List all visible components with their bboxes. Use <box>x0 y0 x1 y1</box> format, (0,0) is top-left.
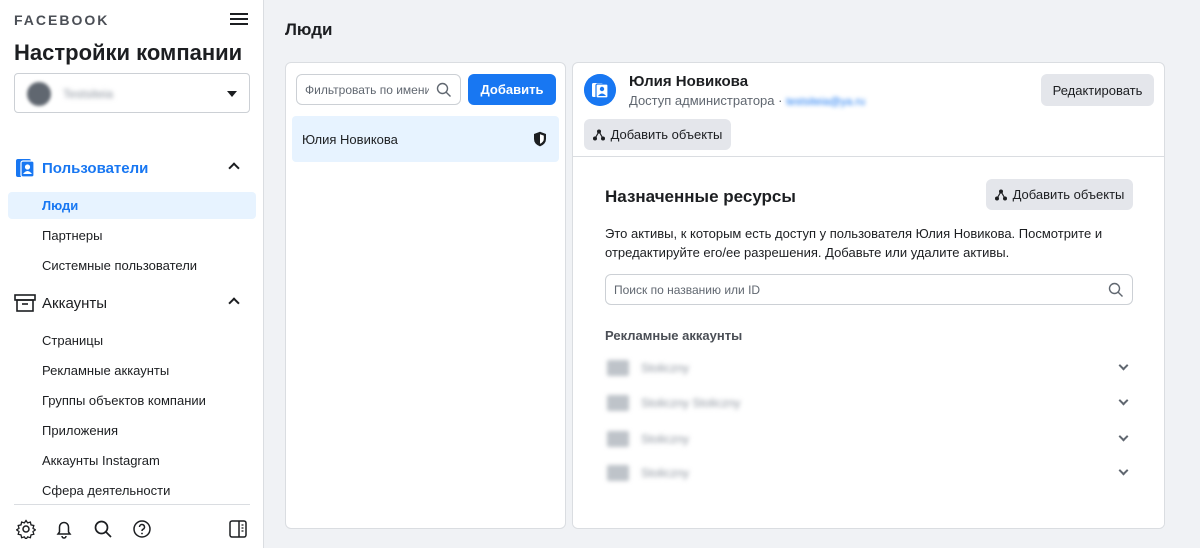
business-account-selector[interactable]: Testsiteia <box>14 73 250 113</box>
nav-section-users[interactable]: Пользователи <box>14 157 250 181</box>
ad-account-thumbnail <box>607 465 629 481</box>
page-title: Люди <box>285 20 333 39</box>
asset-search-input[interactable] <box>606 275 1086 304</box>
assigned-resources-section: Назначенные ресурсы Добавить объекты Это… <box>573 158 1164 528</box>
filter-field[interactable] <box>296 74 461 105</box>
ad-account-thumbnail <box>607 431 629 447</box>
page-heading: Настройки компании <box>14 40 243 65</box>
role-text: Доступ администратора · <box>629 93 783 108</box>
chevron-down-icon[interactable] <box>1118 360 1129 371</box>
share-nodes-icon <box>994 189 1007 200</box>
sidebar-item-partners[interactable]: Партнеры <box>8 222 256 249</box>
sidebar-item-line-of-business[interactable]: Сфера деятельности <box>8 477 256 504</box>
search-icon <box>436 82 451 97</box>
account-avatar <box>27 82 51 106</box>
add-assets-label: Добавить объекты <box>610 127 723 142</box>
chevron-down-icon[interactable] <box>1118 431 1129 442</box>
chevron-up-icon <box>228 297 240 309</box>
chevron-up-icon <box>228 162 240 174</box>
ad-accounts-heading: Рекламные аккаунты <box>605 328 743 343</box>
nav-section-label: Пользователи <box>42 160 149 177</box>
sidebar: FACEBOOK Настройки компании Testsiteia П… <box>0 0 264 548</box>
nav-section-label: Аккаунты <box>42 295 108 312</box>
ad-account-row[interactable]: Stoliczny <box>605 427 1133 451</box>
sidebar-item-business-asset-groups[interactable]: Группы объектов компании <box>8 387 256 414</box>
sidebar-item-ad-accounts[interactable]: Рекламные аккаунты <box>8 357 256 384</box>
person-detail-panel: Юлия Новикова Доступ администратора · te… <box>572 62 1165 529</box>
ad-account-thumbnail <box>607 360 629 376</box>
add-assets-button[interactable]: Добавить объекты <box>584 119 731 150</box>
ad-account-row[interactable]: Stoliczny <box>605 356 1133 380</box>
search-icon <box>1108 282 1123 297</box>
sidebar-item-pages[interactable]: Страницы <box>8 327 256 354</box>
section-title: Назначенные ресурсы <box>605 187 796 206</box>
ad-account-thumbnail <box>607 395 629 411</box>
sidebar-item-instagram-accounts[interactable]: Аккаунты Instagram <box>8 447 256 474</box>
brand-logo: FACEBOOK <box>14 12 110 28</box>
archive-box-icon <box>14 294 36 312</box>
person-name: Юлия Новикова <box>302 132 398 147</box>
ad-account-name: Stoliczny <box>641 466 690 480</box>
bell-icon[interactable] <box>54 519 74 539</box>
add-assigned-assets-button[interactable]: Добавить объекты <box>986 179 1133 210</box>
sidebar-item-people[interactable]: Люди <box>8 192 256 219</box>
user-name: Юлия Новикова <box>629 73 749 90</box>
users-icon <box>16 159 35 178</box>
user-role: Доступ администратора · testsiteia@ya.ru <box>629 93 865 108</box>
caret-down-icon <box>227 91 237 97</box>
people-list-panel: Добавить Юлия Новикова <box>285 62 566 529</box>
sidebar-item-apps[interactable]: Приложения <box>8 417 256 444</box>
sidebar-item-system-users[interactable]: Системные пользователи <box>8 252 256 279</box>
hamburger-menu-icon[interactable] <box>228 10 250 30</box>
shield-icon <box>534 131 546 147</box>
user-avatar-icon <box>584 74 616 106</box>
add-person-button[interactable]: Добавить <box>468 74 556 105</box>
panel-toggle-icon[interactable] <box>228 519 248 539</box>
ad-account-name: Stoliczny <box>641 361 690 375</box>
ad-account-row[interactable]: Stoliczny <box>605 461 1133 485</box>
ad-account-name: Stoliczny <box>641 432 690 446</box>
chevron-down-icon[interactable] <box>1118 465 1129 476</box>
list-item[interactable]: Юлия Новикова <box>292 116 559 162</box>
chevron-down-icon[interactable] <box>1118 395 1129 406</box>
settings-icon[interactable] <box>16 519 36 539</box>
user-email: testsiteia@ya.ru <box>786 96 866 108</box>
asset-search-field[interactable] <box>605 274 1133 305</box>
ad-account-name: Stoliczny Stoliczny <box>641 396 741 410</box>
section-description: Это активы, к которым есть доступ у поль… <box>605 226 1103 260</box>
edit-button[interactable]: Редактировать <box>1041 74 1154 106</box>
share-nodes-icon <box>592 129 605 140</box>
help-icon[interactable] <box>132 519 152 539</box>
account-name: Testsiteia <box>63 87 114 101</box>
add-assets-label: Добавить объекты <box>1012 187 1125 202</box>
search-icon[interactable] <box>93 519 113 539</box>
detail-header: Юлия Новикова Доступ администратора · te… <box>573 63 1164 157</box>
nav-section-accounts[interactable]: Аккаунты <box>14 292 250 316</box>
sidebar-footer <box>14 504 250 548</box>
filter-input[interactable] <box>297 75 429 104</box>
ad-account-row[interactable]: Stoliczny Stoliczny <box>605 391 1133 415</box>
